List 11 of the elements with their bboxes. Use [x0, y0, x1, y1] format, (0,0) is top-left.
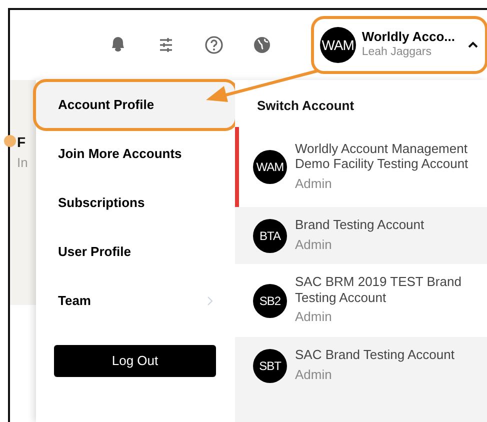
page-title: F: [17, 133, 26, 152]
status-dot: [4, 135, 16, 147]
menu-item[interactable]: Account Profile: [36, 82, 235, 128]
section-heading: Switch Account: [235, 80, 487, 126]
account-item[interactable]: SB2 SAC BRM 2019 TEST Brand Testing Account Admin: [235, 264, 487, 337]
help-icon[interactable]: [204, 35, 224, 55]
logout-button[interactable]: Log Out: [54, 345, 216, 377]
page-subtitle: In: [17, 154, 28, 172]
globe-icon[interactable]: [252, 35, 272, 55]
account-item[interactable]: WAM Worldly Account Management Demo Facility Testing Account Admin: [235, 126, 487, 208]
caret-icon: [467, 41, 479, 49]
